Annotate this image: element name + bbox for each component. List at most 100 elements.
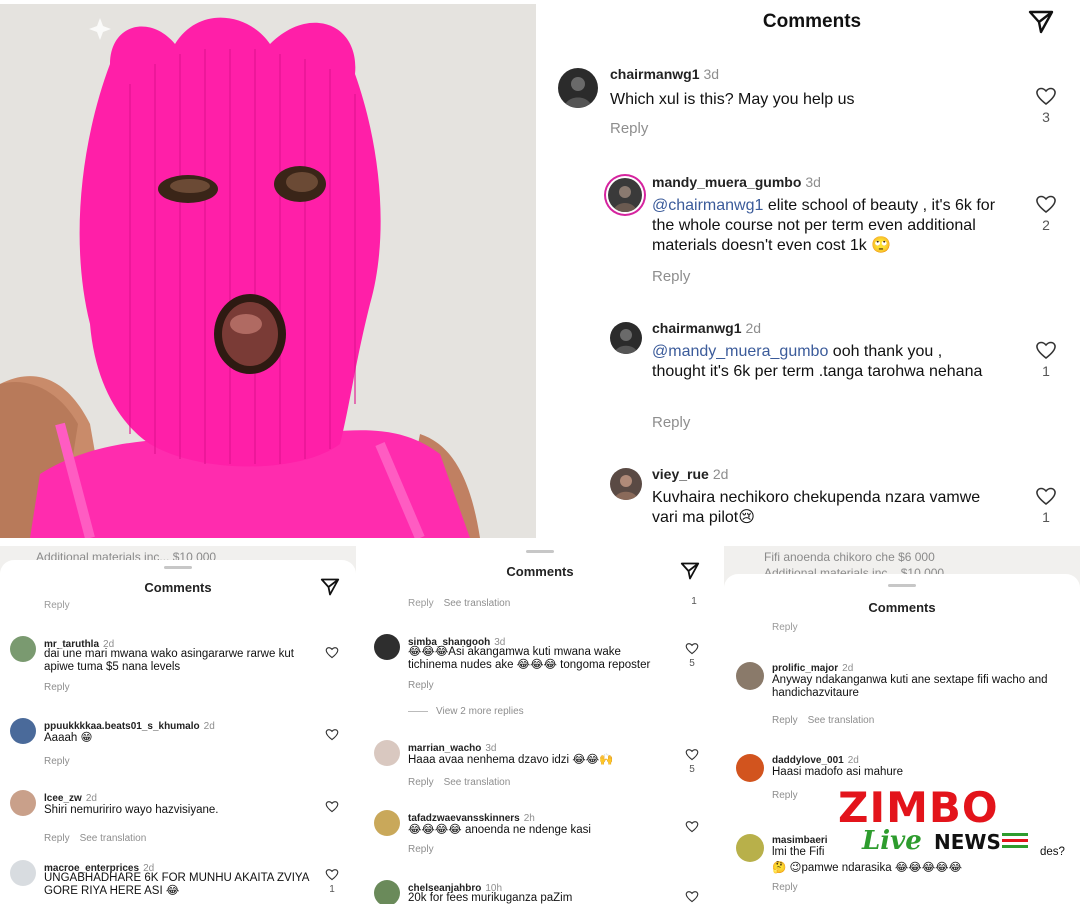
see-translation-link[interactable]: See translation	[80, 833, 147, 844]
heart-icon[interactable]	[324, 800, 340, 816]
see-translation-link[interactable]: See translation	[808, 715, 875, 726]
like-count: 2	[1042, 217, 1050, 233]
send-icon[interactable]	[680, 562, 700, 585]
heart-icon[interactable]	[325, 869, 339, 884]
avatar[interactable]	[736, 662, 764, 690]
comment-username[interactable]: chairmanwg1	[652, 320, 741, 336]
heart-icon[interactable]	[1035, 87, 1057, 109]
comment-text-tail: des?	[1040, 846, 1065, 858]
comment-text: lmi the Fifi	[772, 846, 825, 858]
like-count: 3	[1042, 109, 1050, 125]
see-translation-link[interactable]: See translation	[444, 777, 511, 788]
comment-text: Haasi madofo asi mahure	[772, 766, 904, 778]
comment-age: 2h	[523, 813, 535, 824]
reply-button[interactable]: Reply	[652, 414, 690, 431]
reply-button[interactable]: Reply	[408, 598, 434, 609]
comment-username[interactable]: masimbaeri	[772, 835, 828, 846]
comment-username[interactable]: ppuukkkkaa.beats01_s_khumalo	[44, 721, 200, 732]
like-control: 2	[1034, 194, 1058, 233]
avatar[interactable]	[736, 834, 764, 862]
send-icon[interactable]	[320, 578, 340, 601]
reply-button[interactable]: Reply	[610, 120, 648, 137]
comment-text: Shiri nemuririro wayo hazvisiyane.	[44, 804, 219, 816]
heart-icon[interactable]	[685, 749, 699, 764]
comment-age: 2d	[847, 755, 859, 766]
logo-stripes	[1002, 833, 1028, 851]
comment-username[interactable]: chairmanwg1	[610, 66, 699, 82]
avatar[interactable]	[374, 880, 400, 904]
avatar[interactable]	[558, 68, 598, 108]
comment-username[interactable]: prolific_major	[772, 663, 838, 674]
see-translation-link[interactable]: See translation	[444, 598, 511, 609]
heart-icon[interactable]	[324, 728, 340, 744]
reply-button[interactable]: Reply	[44, 600, 70, 611]
like-control: 1	[1034, 340, 1058, 379]
comment-text: Aaaah 😁	[44, 732, 93, 744]
drag-handle[interactable]	[888, 584, 916, 587]
cut-off-comment: Reply See translation	[408, 598, 510, 609]
avatar[interactable]	[736, 754, 764, 782]
comment-text: UNGABHADHARE 6K FOR MUNHU AKAITA ZVIYA G…	[44, 872, 309, 897]
comment-age: 3d	[805, 174, 821, 190]
avatar[interactable]	[608, 178, 642, 212]
avatar[interactable]	[610, 322, 642, 354]
reply-button[interactable]: Reply	[408, 844, 434, 855]
heart-icon[interactable]	[1035, 341, 1057, 363]
like-count: 1	[329, 884, 335, 895]
mention-link[interactable]: @chairmanwg1	[652, 197, 763, 214]
view-more-replies[interactable]: View 2 more replies	[408, 706, 524, 717]
avatar[interactable]	[10, 790, 36, 816]
like-control: 3	[1034, 86, 1058, 125]
heart-icon[interactable]	[684, 890, 700, 904]
reply-button[interactable]: Reply	[44, 833, 70, 844]
avatar[interactable]	[374, 740, 400, 766]
reply-button[interactable]: Reply	[772, 622, 798, 633]
avatar[interactable]	[10, 636, 36, 662]
heart-icon[interactable]	[1035, 195, 1057, 217]
zimbo-live-news-logo: ZIMBO Live NEWS	[838, 786, 1034, 860]
comment-text: 😂😂😂Asi akangamwa kuti mwana wake tichine…	[408, 646, 651, 671]
comment-age: 2d	[842, 663, 854, 674]
avatar[interactable]	[374, 634, 400, 660]
comments-title: Comments	[868, 600, 936, 615]
comments-title: Comments	[762, 11, 862, 32]
comment-age: 2d	[203, 721, 215, 732]
balaclava-photo	[0, 4, 536, 538]
logo-live: Live	[862, 826, 922, 856]
comment-username[interactable]: lcee_zw	[44, 793, 82, 804]
reply-button[interactable]: Reply	[408, 777, 434, 788]
background-text: Fifi anoenda chikoro che $6 000	[764, 550, 935, 564]
comments-title: Comments	[506, 564, 574, 579]
comment-username[interactable]: viey_rue	[652, 466, 709, 482]
reply-button[interactable]: Reply	[408, 680, 434, 691]
like-count: 1	[691, 596, 697, 607]
reply-button[interactable]: Reply	[772, 715, 798, 726]
reply-button[interactable]: Reply	[772, 790, 798, 801]
drag-handle[interactable]	[526, 550, 554, 553]
reply-button[interactable]: Reply	[44, 756, 70, 767]
heart-icon[interactable]	[324, 646, 340, 662]
comment-text: @mandy_muera_gumbo ooh thank you , thoug…	[652, 343, 983, 380]
avatar[interactable]	[374, 810, 400, 836]
comment-text: @chairmanwg1 elite school of beauty , it…	[652, 197, 996, 254]
send-icon[interactable]	[1028, 10, 1054, 39]
comment-username[interactable]: marrian_wacho	[408, 743, 481, 754]
like-control: 5	[684, 642, 700, 669]
heart-icon[interactable]	[1035, 487, 1057, 509]
mention-link[interactable]: @mandy_muera_gumbo	[652, 343, 828, 360]
reply-button[interactable]: Reply	[652, 268, 690, 285]
comment-text: Haaa avaa nenhema dzavo idzi 😂😂🙌	[408, 754, 614, 766]
avatar[interactable]	[10, 860, 36, 886]
avatar[interactable]	[610, 468, 642, 500]
comment-username[interactable]: tafadzwaevansskinners	[408, 813, 520, 824]
comments-title: Comments	[144, 580, 212, 595]
heart-icon[interactable]	[684, 820, 700, 836]
comment-username[interactable]: daddylove_001	[772, 755, 844, 766]
comment-text: 😂😂😂😂 anoenda ne ndenge kasi	[408, 824, 591, 836]
heart-icon[interactable]	[685, 643, 699, 658]
comment-username[interactable]: mandy_muera_gumbo	[652, 174, 801, 190]
reply-button[interactable]: Reply	[44, 682, 70, 693]
reply-button[interactable]: Reply	[772, 882, 798, 893]
avatar[interactable]	[10, 718, 36, 744]
drag-handle[interactable]	[164, 566, 192, 569]
